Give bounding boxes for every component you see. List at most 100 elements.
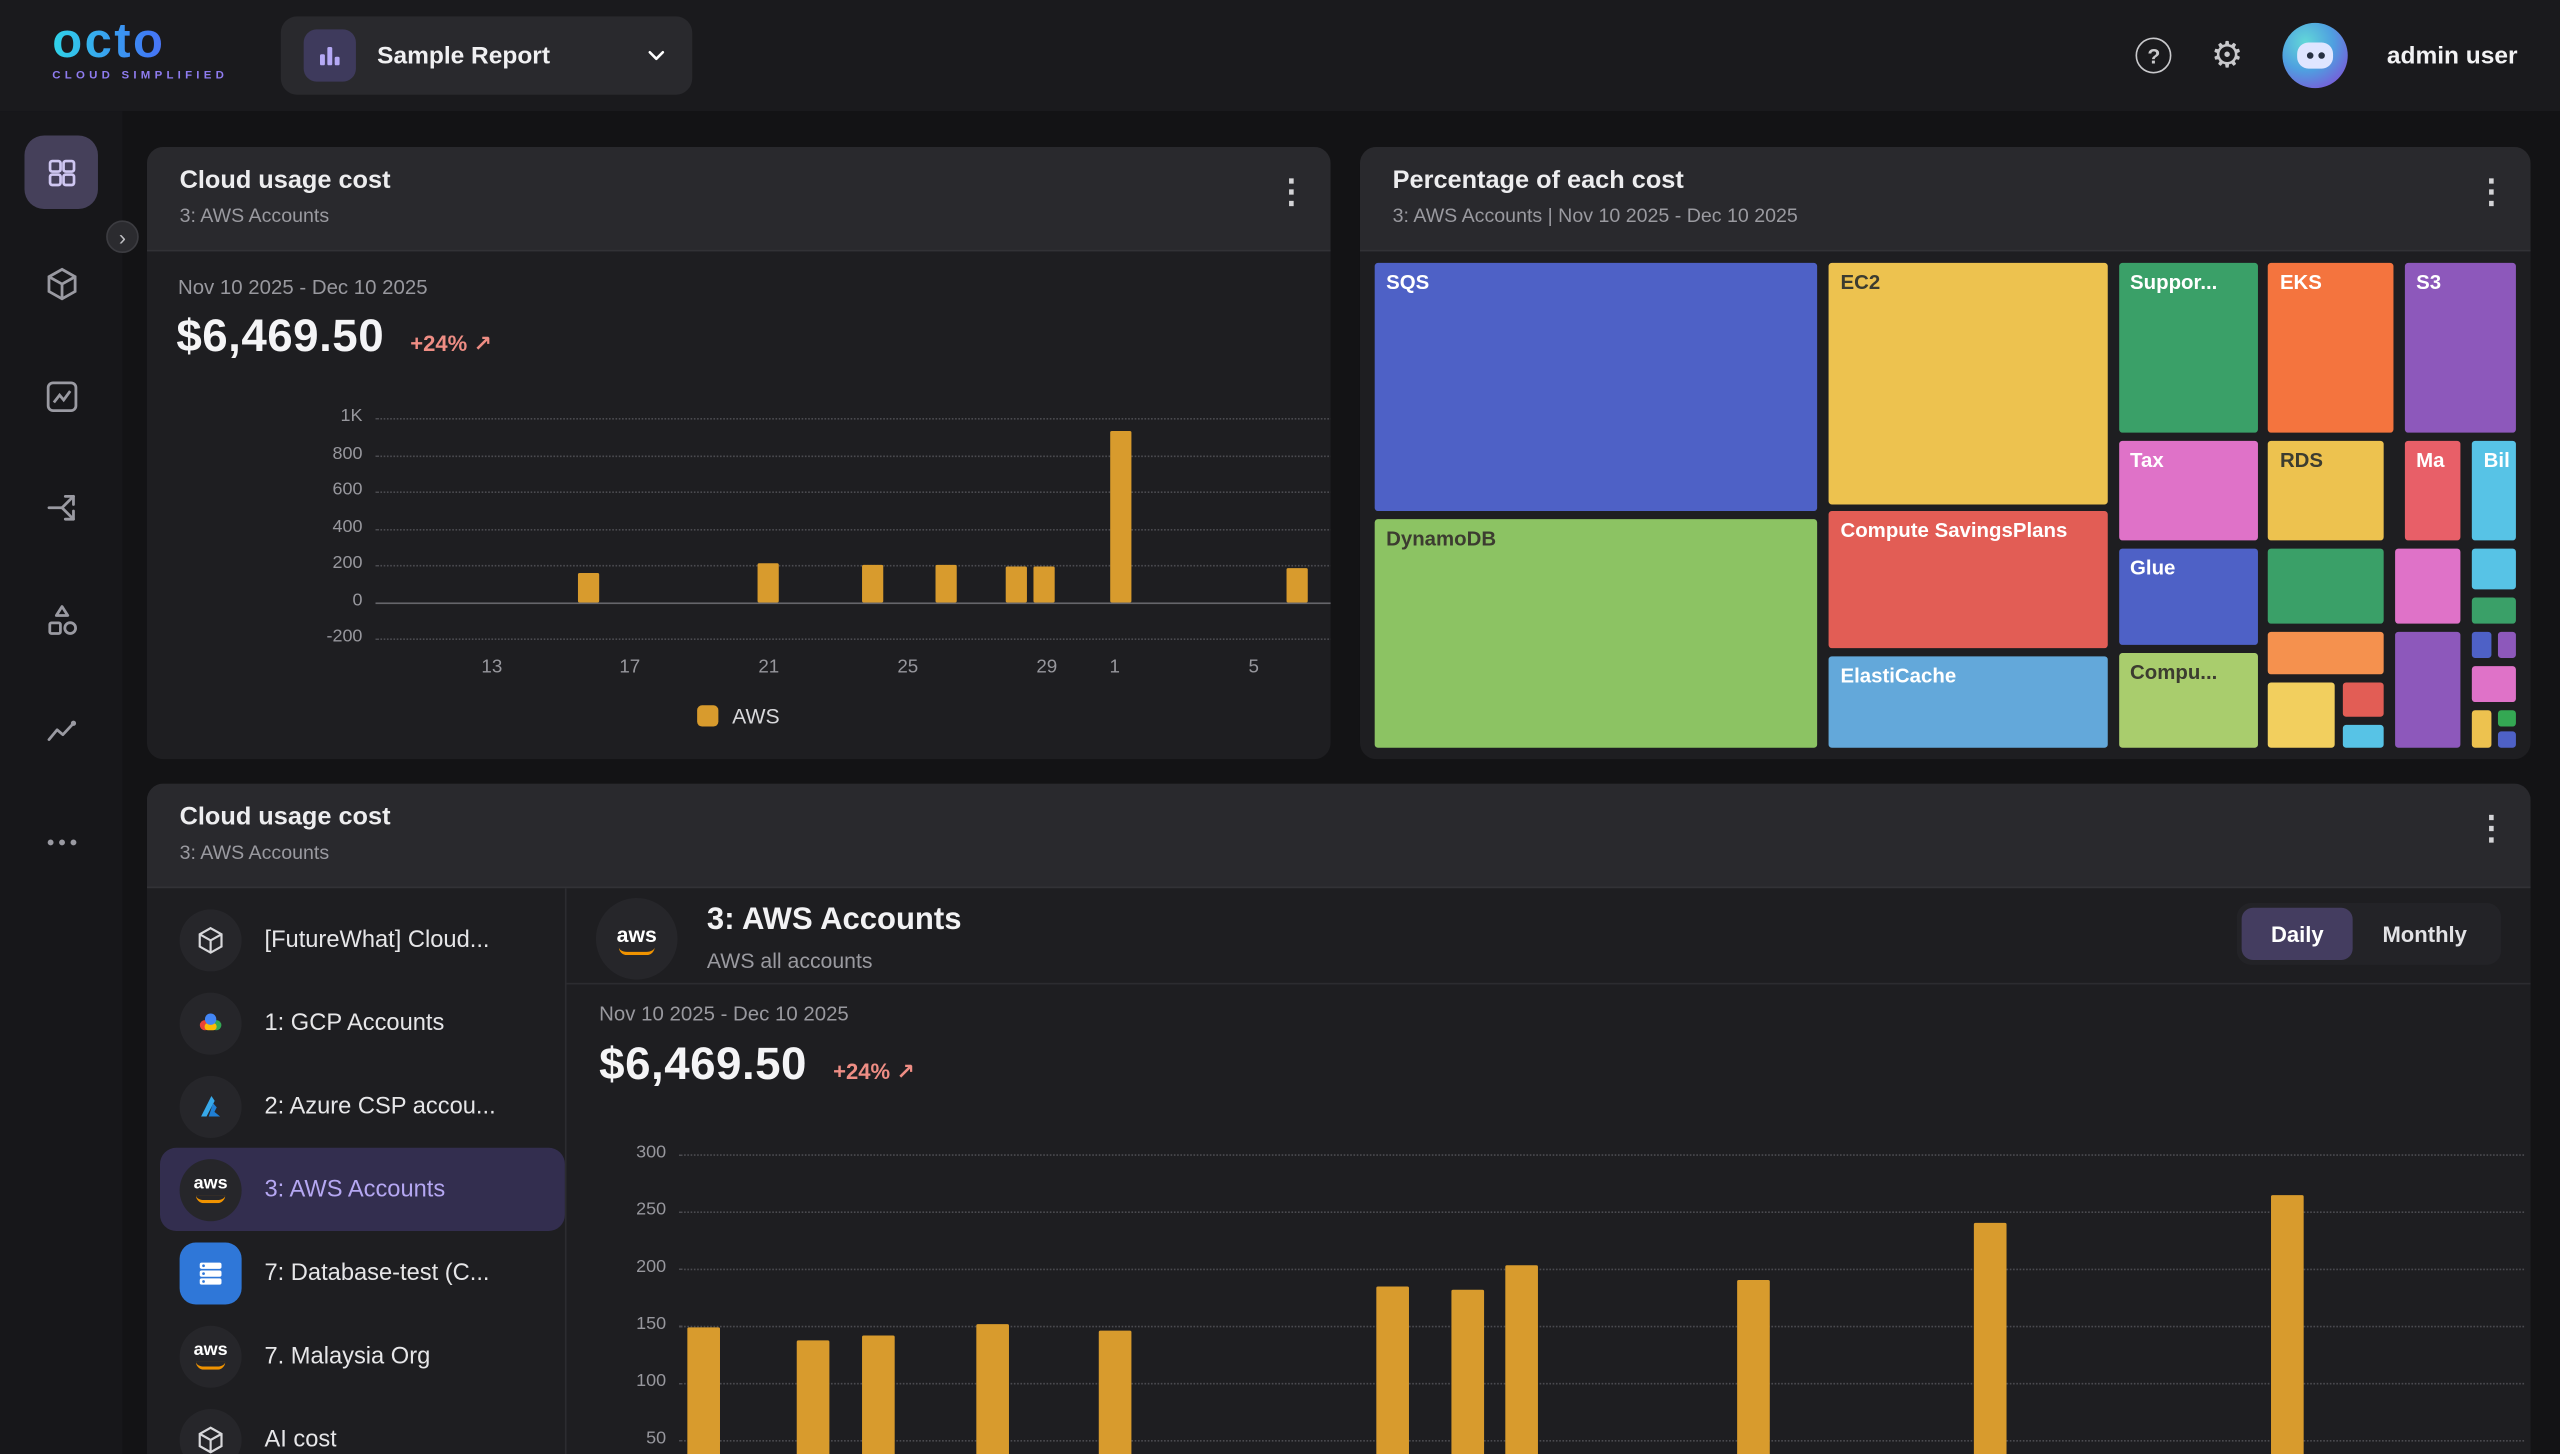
bar[interactable] [798,1341,831,1454]
treemap-tile-compute-savingsplans[interactable]: Compute SavingsPlans [1827,510,2109,649]
bar[interactable] [936,564,957,602]
bar[interactable] [1737,1280,1770,1454]
account-item-1[interactable]: [FutureWhat] Cloud... [160,898,565,981]
sidebar-item-more[interactable] [0,803,122,881]
bar[interactable] [862,1336,895,1454]
bar[interactable] [2272,1195,2305,1454]
treemap-tile[interactable] [2471,664,2518,703]
gridline [376,602,1331,604]
sidebar-item-analytics[interactable] [0,692,122,770]
treemap-tile[interactable] [2496,730,2518,750]
aws-smile-arc [619,946,655,954]
account-list: [FutureWhat] Cloud... 1: GCP Accounts2: A… [160,898,565,1454]
x-axis-label: 5 [1229,658,1278,678]
bar[interactable] [1506,1265,1539,1454]
bar[interactable] [1006,567,1027,602]
treemap-tile[interactable] [2393,547,2462,625]
y-axis-label: 100 [604,1371,666,1391]
account-name: 3: AWS Accounts [707,903,962,939]
bar[interactable] [577,573,598,602]
sidebar-item-dashboard[interactable] [24,136,97,209]
treemap-tile-suppor-[interactable]: Suppor... [2117,261,2259,434]
bar[interactable] [863,565,884,602]
treemap-tile[interactable] [2341,681,2384,718]
gridline [376,455,1331,457]
toggle-monthly[interactable]: Monthly [2353,908,2496,960]
y-axis-label: 600 [300,480,362,500]
treemap-tile-label: Suppor... [2119,263,2258,302]
treemap-tile-ec2[interactable]: EC2 [1827,261,2109,505]
treemap-tile[interactable] [2267,547,2385,625]
account-label: 7. Malaysia Org [264,1343,430,1369]
card-cloud-usage-cost: Cloud usage cost 3: AWS Accounts ⋮ Nov 1… [147,147,1331,759]
screen: octo CLOUD SIMPLIFIED Sample Report ? ⚙ … [0,0,2560,1454]
sidebar-expand-button[interactable]: › [106,220,139,253]
treemap-tile[interactable] [2471,547,2518,591]
account-item-2[interactable]: 1: GCP Accounts [160,981,565,1064]
legend-swatch [698,705,719,726]
treemap-tile[interactable] [2496,630,2518,659]
treemap-tile-tax[interactable]: Tax [2117,439,2259,541]
treemap-tile-dynamodb[interactable]: DynamoDB [1373,517,1819,749]
chart-legend[interactable]: AWS [147,704,1331,728]
sidebar-item-resources[interactable] [0,245,122,323]
settings-gear-icon[interactable]: ⚙ [2211,38,2243,74]
account-detail-panel: aws 3: AWS Accounts AWS all accounts Dai… [567,888,2531,1454]
treemap-tile-elasticache[interactable]: ElastiCache [1827,654,2109,749]
treemap-tile[interactable] [2471,630,2494,659]
user-avatar[interactable] [2282,23,2347,88]
bar[interactable] [1377,1287,1410,1454]
card-header: Percentage of each cost 3: AWS Accounts … [1360,147,2531,251]
treemap-tile-ma[interactable]: Ma [2403,439,2462,541]
dashboard-grid-icon [43,154,79,190]
treemap-tile-s3[interactable]: S3 [2403,261,2517,434]
granularity-toggle: Daily Monthly [2237,903,2502,965]
kebab-menu-icon[interactable]: ⋮ [2475,176,2508,209]
treemap-tile-bil[interactable]: Bil [2471,439,2518,541]
shapes-icon [42,601,81,640]
account-item-7[interactable]: AI cost [160,1398,565,1454]
bar[interactable] [1287,569,1308,602]
bar[interactable] [1975,1223,2008,1454]
treemap-tile[interactable] [2341,723,2384,750]
treemap-tile-compu-[interactable]: Compu... [2117,652,2259,750]
treemap-tile[interactable] [2496,708,2518,728]
account-label: [FutureWhat] Cloud... [264,927,489,953]
bar[interactable] [1451,1290,1484,1454]
bar[interactable] [976,1325,1009,1454]
treemap-tile-eks[interactable]: EKS [2267,261,2395,434]
sidebar-item-structure[interactable] [0,581,122,659]
treemap-tile[interactable] [2471,596,2518,625]
treemap-tile-label: Bil [2472,441,2516,480]
treemap-tile[interactable] [2393,630,2462,750]
report-chart-icon [304,29,356,81]
bar[interactable] [1111,431,1132,602]
treemap-tile-glue[interactable]: Glue [2117,547,2259,647]
toggle-daily[interactable]: Daily [2242,908,2353,960]
sidebar-item-reports[interactable] [0,358,122,436]
account-item-6[interactable]: aws7. Malaysia Org [160,1314,565,1397]
treemap-tile[interactable] [2471,708,2494,749]
report-selector[interactable]: Sample Report [281,16,692,94]
bar[interactable] [758,563,779,601]
kebab-menu-icon[interactable]: ⋮ [1275,176,1308,209]
treemap-tile-sqs[interactable]: SQS [1373,261,1819,512]
account-item-3[interactable]: 2: Azure CSP accou... [160,1064,565,1147]
bar[interactable] [1034,567,1055,602]
avatar-robot-eyes [2307,52,2314,59]
treemap-tile[interactable] [2267,681,2336,749]
app-logo[interactable]: octo CLOUD SIMPLIFIED [52,18,228,82]
y-axis-label: 150 [604,1314,666,1334]
bar[interactable] [1098,1330,1131,1454]
help-icon[interactable]: ? [2136,38,2172,74]
bar[interactable] [687,1328,720,1454]
account-item-4[interactable]: aws3: AWS Accounts [160,1148,565,1231]
kebab-menu-icon[interactable]: ⋮ [2475,813,2508,846]
daily-cost-bar-chart: 1K8006004002000-2001317212529159 [376,413,1331,643]
treemap-tile[interactable] [2267,630,2385,676]
account-item-5[interactable]: 7: Database-test (C... [160,1231,565,1314]
y-axis-label: 0 [300,591,362,611]
sidebar-item-cost-flows[interactable] [0,469,122,547]
card-title: Percentage of each cost [1393,167,2498,196]
treemap-tile-rds[interactable]: RDS [2267,439,2385,541]
